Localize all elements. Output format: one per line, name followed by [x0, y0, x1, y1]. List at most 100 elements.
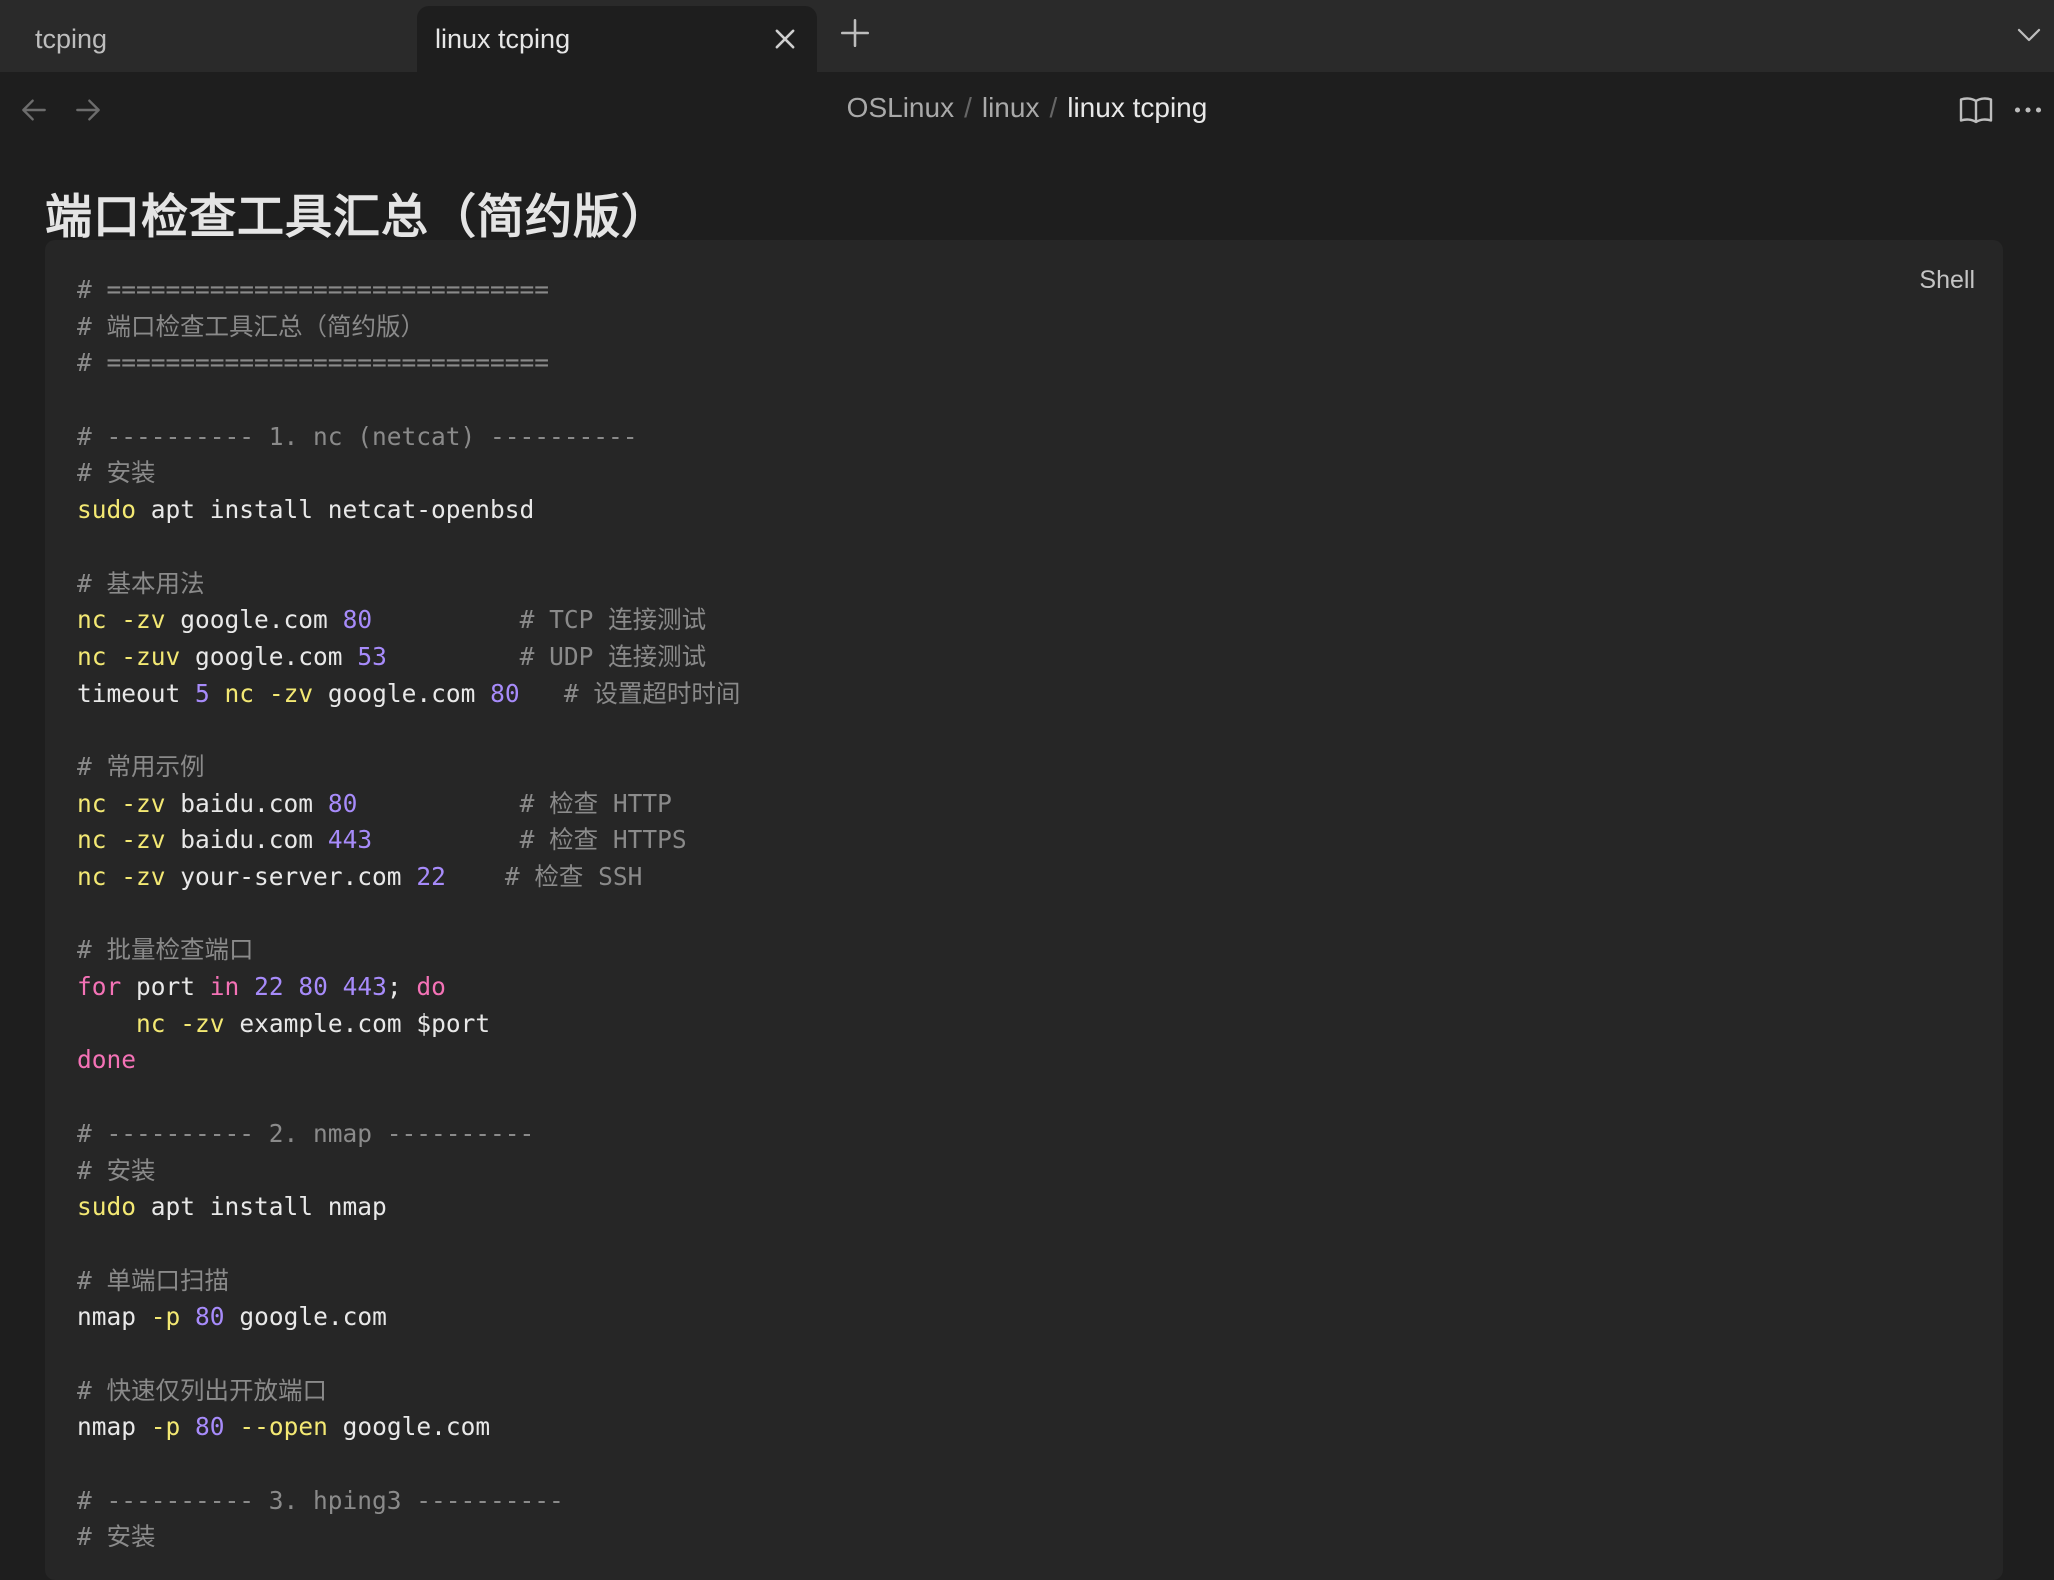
code-line: # 安装	[77, 1519, 740, 1556]
code-token: for	[77, 972, 122, 1002]
code-token: # ---------- 3. hping3 ----------	[77, 1485, 564, 1515]
more-horizontal-icon[interactable]	[2010, 92, 2046, 128]
code-token: # 基本用法	[77, 568, 205, 598]
code-token: # UDP 连接测试	[519, 641, 707, 671]
view-header: OSLinux / linux / linux tcping	[0, 72, 2054, 148]
code-token: your-server.com	[165, 862, 417, 891]
code-token: nc	[77, 862, 107, 891]
code-token: # 单端口扫描	[77, 1265, 229, 1295]
code-token: nmap	[77, 1412, 151, 1442]
code-token: baidu.com	[165, 788, 328, 818]
code-block[interactable]: Shell # ============================== # …	[45, 240, 2003, 1580]
code-line: sudo apt install netcat-openbsd	[77, 492, 740, 529]
code-token: 5	[195, 678, 210, 708]
code-line: # 安装	[77, 1153, 740, 1190]
code-token: -zv	[121, 788, 166, 818]
code-token: apt install netcat-openbsd	[136, 495, 535, 525]
book-open-icon[interactable]	[1958, 92, 1994, 128]
code-token: # 设置超时时间	[563, 678, 741, 708]
code-token: google.com	[313, 678, 491, 708]
code-token: 443	[342, 972, 387, 1002]
breadcrumb: OSLinux / linux / linux tcping	[0, 92, 2054, 124]
code-line: timeout 5 nc -zv google.com 80 # 设置超时时间	[77, 676, 740, 713]
breadcrumb-item[interactable]: linux	[982, 92, 1040, 123]
code-token: -zv	[180, 1008, 225, 1038]
code-token: # 检查 SSH	[504, 862, 643, 891]
code-line: # ---------- 3. hping3 ----------	[77, 1483, 740, 1520]
code-token: done	[77, 1045, 137, 1075]
tab-label: tcping	[35, 23, 108, 54]
chevron-down-icon[interactable]	[2014, 20, 2044, 50]
breadcrumb-current[interactable]: linux tcping	[1067, 92, 1207, 123]
code-token: 53	[357, 641, 387, 671]
code-language-label: Shell	[1919, 266, 1975, 294]
code-token: -zv	[121, 825, 166, 855]
code-line: nc -zv example.com $port	[77, 1006, 740, 1043]
code-token: in	[209, 972, 240, 1002]
code-token: nc	[136, 1008, 166, 1038]
code-line: nmap -p 80 google.com	[77, 1299, 740, 1336]
code-line: # 基本用法	[77, 566, 740, 603]
code-line: # 快速仅列出开放端口	[77, 1373, 740, 1410]
code-token: -p	[150, 1412, 181, 1442]
code-token: # ---------- 1. nc (netcat) ----------	[77, 421, 638, 451]
code-token: # 检查 HTTP	[519, 788, 672, 818]
code-token: nmap	[77, 1302, 151, 1332]
tab-linux-tcping[interactable]: linux tcping	[417, 6, 817, 72]
code-line: nc -zv baidu.com 443 # 检查 HTTPS	[77, 822, 740, 859]
code-token: 80	[298, 972, 328, 1002]
code-token: 80	[195, 1412, 225, 1442]
code-line: nc -zv google.com 80 # TCP 连接测试	[77, 602, 740, 639]
tab-tcping[interactable]: tcping	[0, 6, 416, 72]
code-token: # ---------- 2. nmap ----------	[77, 1118, 535, 1148]
code-token: ;	[386, 972, 417, 1002]
code-token: google.com	[165, 605, 343, 635]
code-token: sudo	[77, 495, 137, 525]
breadcrumb-separator: /	[964, 92, 972, 123]
code-token: example.com $port	[224, 1008, 491, 1038]
code-token: # 安装	[77, 1155, 156, 1185]
breadcrumb-item[interactable]: OSLinux	[847, 92, 954, 123]
code-token: # TCP 连接测试	[519, 605, 707, 635]
code-token: -zv	[121, 862, 166, 891]
code-token: --open	[239, 1412, 328, 1442]
plus-icon[interactable]	[838, 16, 872, 50]
code-token: 80	[327, 788, 358, 818]
code-token: # ==============================	[77, 275, 550, 304]
code-token: google.com	[180, 641, 358, 671]
close-icon[interactable]	[771, 25, 799, 53]
code-token: baidu.com	[165, 825, 328, 855]
code-token: nc	[77, 605, 107, 635]
code-token: nc	[77, 641, 107, 671]
code-token: -zuv	[121, 641, 181, 671]
code-line: done	[77, 1042, 740, 1079]
code-token: 80	[195, 1302, 225, 1332]
code-token: 80	[342, 605, 373, 635]
tab-label: linux tcping	[435, 23, 571, 54]
code-line: # 常用示例	[77, 749, 740, 786]
code-line: # ---------- 1. nc (netcat) ----------	[77, 419, 740, 456]
code-token: # ==============================	[77, 348, 550, 378]
code-token: 80	[490, 678, 520, 708]
code-token: # 安装	[77, 1522, 156, 1552]
code-line: # 单端口扫描	[77, 1263, 740, 1300]
